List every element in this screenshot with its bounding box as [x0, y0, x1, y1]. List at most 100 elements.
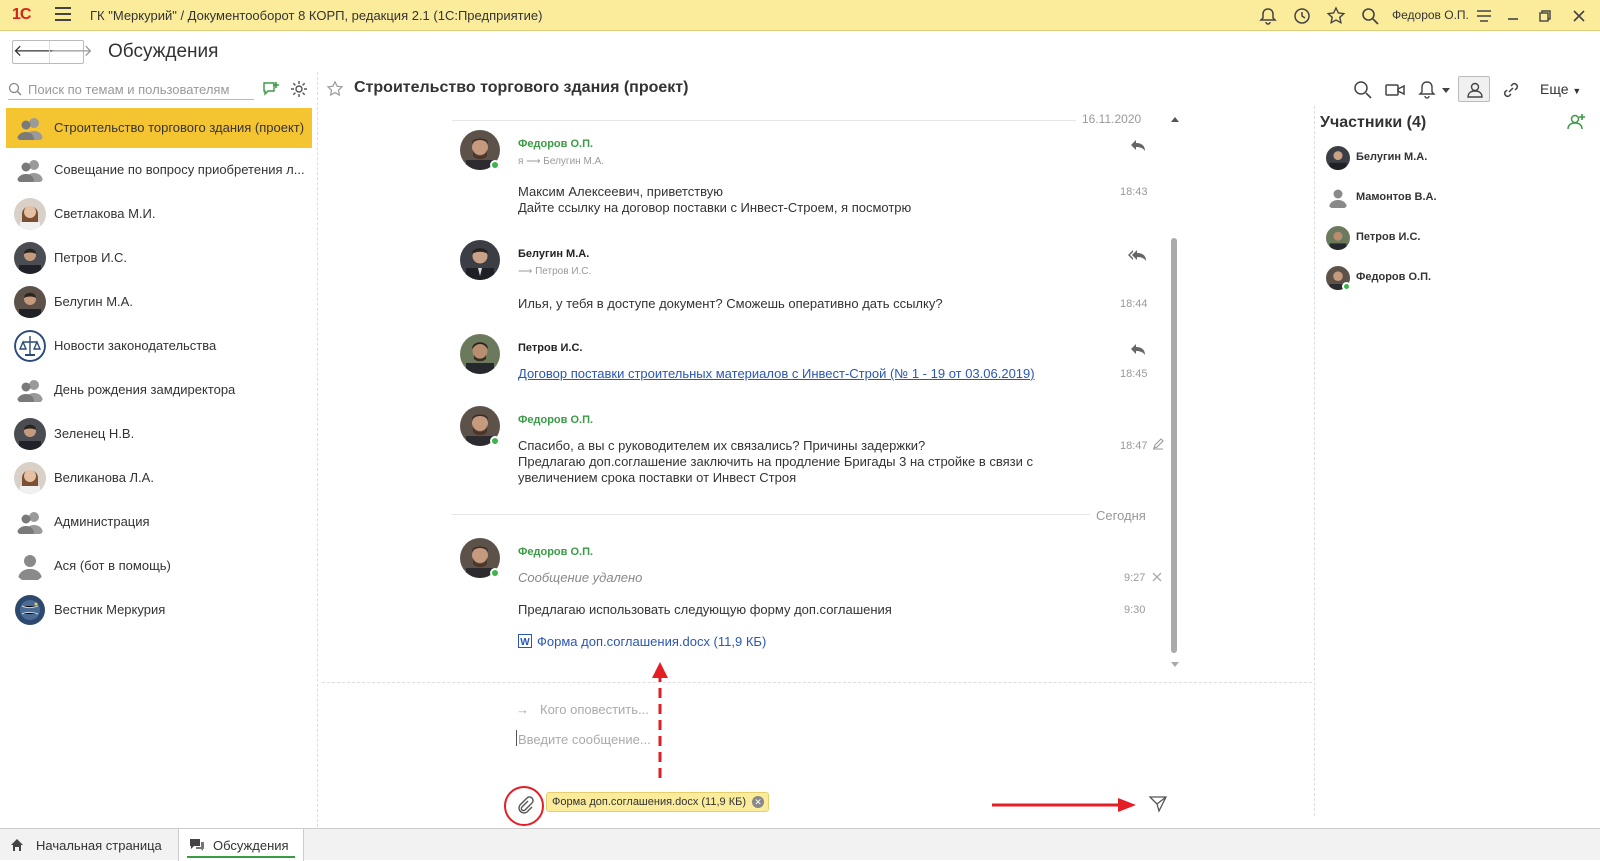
message-time: 18:43: [1120, 186, 1148, 198]
settings-menu-icon[interactable]: [1474, 6, 1494, 26]
message-author[interactable]: Петров И.С.: [518, 342, 583, 354]
chat-list-item[interactable]: Ася (бот в помощь): [6, 546, 312, 586]
chat-list-item-label: Новости законодательства: [54, 338, 217, 353]
reply-icon[interactable]: [1130, 342, 1146, 356]
app-logo: 1С: [12, 6, 31, 23]
history-icon[interactable]: [1292, 6, 1312, 26]
search-input[interactable]: Поиск по темам и пользователям: [8, 78, 254, 100]
star-icon[interactable]: [1326, 6, 1346, 26]
scroll-up-icon[interactable]: [1171, 116, 1179, 122]
notify-input[interactable]: Кого оповестить...: [540, 702, 649, 717]
message-time: 18:47: [1120, 440, 1148, 452]
emblem-icon: [14, 330, 46, 362]
gear-icon[interactable]: [290, 80, 308, 98]
chat-list-item-label: Совещание по вопросу приобретения л...: [54, 162, 305, 177]
chat-list-item-label: Великанова Л.А.: [54, 470, 154, 485]
document-link[interactable]: Договор поставки строительных материалов…: [518, 366, 1035, 381]
avatar[interactable]: [460, 240, 500, 280]
favorite-star-icon[interactable]: [326, 80, 344, 98]
online-indicator: [490, 568, 500, 578]
chat-list-item[interactable]: Петров И.С.: [6, 238, 312, 278]
online-indicator: [490, 160, 500, 170]
date-separator: Сегодня: [1096, 508, 1146, 523]
file-attachment-link[interactable]: Форма доп.соглашения.docx (11,9 КБ): [537, 634, 766, 649]
chat-list-item[interactable]: День рождения замдиректора: [6, 370, 312, 410]
chat-list-item-label: Зеленец Н.В.: [54, 426, 135, 441]
avatar: [14, 242, 46, 274]
person-icon: [14, 550, 46, 582]
chevron-down-icon[interactable]: [1442, 88, 1450, 94]
back-button[interactable]: 🡐: [13, 41, 56, 63]
more-button[interactable]: Еще ▼: [1540, 81, 1581, 97]
chat-list-item-label: Строительство торгового здания (проект): [54, 120, 305, 135]
avatar[interactable]: [460, 334, 500, 374]
message-input[interactable]: Введите сообщение...: [518, 732, 651, 747]
arrow-right-icon: →: [516, 702, 529, 717]
chat-list-item[interactable]: Великанова Л.А.: [6, 458, 312, 498]
main-menu-icon[interactable]: [55, 7, 71, 21]
message-time: 18:44: [1120, 298, 1148, 310]
date-separator: 16.11.2020: [1082, 112, 1142, 126]
chat-list-item[interactable]: Совещание по вопросу приобретения л...: [6, 150, 312, 190]
video-call-icon[interactable]: [1384, 79, 1406, 101]
avatar: [14, 198, 46, 230]
message-author[interactable]: Федоров О.П.: [518, 138, 593, 150]
chat-list-item[interactable]: Строительство торгового здания (проект): [6, 108, 312, 148]
scroll-down-icon[interactable]: [1171, 662, 1179, 668]
restore-icon[interactable]: [1538, 9, 1552, 23]
message-author[interactable]: Федоров О.П.: [518, 546, 593, 558]
message-text: Максим Алексеевич, приветствую Дайте ссы…: [518, 184, 912, 215]
chat-list-item-label: День рождения замдиректора: [54, 382, 236, 397]
send-icon[interactable]: [1148, 794, 1168, 814]
chat-icon: [190, 839, 204, 851]
participants-panel: [1314, 106, 1600, 816]
message-route: ⟶ Петров И.С.: [518, 266, 592, 277]
remove-attachment-icon[interactable]: ✕: [752, 796, 764, 808]
search-icon[interactable]: [1360, 6, 1380, 26]
tab-discussions[interactable]: Обсуждения: [178, 829, 304, 861]
forward-button[interactable]: 🡒: [49, 41, 93, 63]
close-icon[interactable]: [1152, 572, 1162, 582]
title-bar: 1С ГК "Меркурий" / Документооборот 8 КОР…: [0, 0, 1600, 31]
new-chat-icon[interactable]: [262, 80, 280, 98]
message-author[interactable]: Белугин М.А.: [518, 248, 589, 260]
close-icon[interactable]: [1572, 9, 1586, 23]
attachment-chip[interactable]: Форма доп.соглашения.docx (11,9 КБ) ✕: [546, 792, 769, 812]
current-user[interactable]: Федоров О.П.: [1392, 8, 1469, 22]
message-text: Илья, у тебя в доступе документ? Сможешь…: [518, 296, 943, 311]
chat-list-item[interactable]: Новости законодательства: [6, 326, 312, 366]
reply-all-icon[interactable]: [1128, 248, 1146, 262]
tab-home[interactable]: Начальная страница: [0, 829, 176, 861]
search-chat-icon[interactable]: [1352, 79, 1374, 101]
edit-icon[interactable]: [1152, 438, 1164, 450]
annotation-arrow-up: [652, 662, 668, 778]
chat-list-item-label: Белугин М.А.: [54, 294, 133, 309]
avatar: [1326, 146, 1350, 170]
minimize-icon[interactable]: [1506, 9, 1520, 23]
nav-buttons: 🡐 🡒: [12, 40, 93, 64]
notifications-icon[interactable]: [1416, 79, 1438, 101]
text-cursor: [516, 730, 517, 746]
group-icon: [14, 154, 46, 186]
bell-icon[interactable]: [1258, 6, 1278, 26]
chat-list-item[interactable]: Светлакова М.И.: [6, 194, 312, 234]
paperclip-icon[interactable]: [516, 796, 534, 814]
chat-list-item[interactable]: Зеленец Н.В.: [6, 414, 312, 454]
chat-list-item[interactable]: Администрация: [6, 502, 312, 542]
participants-title: Участники (4): [1320, 114, 1427, 131]
chat-list-item[interactable]: Вестник Меркурия: [6, 590, 312, 630]
home-icon: [11, 839, 23, 851]
more-chevron-icon: ▼: [1572, 86, 1582, 96]
annotation-arrow-right: [992, 798, 1136, 812]
chat-list-item[interactable]: Белугин М.А.: [6, 282, 312, 322]
window-title: ГК "Меркурий" / Документооборот 8 КОРП, …: [90, 8, 543, 23]
participants-toggle-button[interactable]: [1458, 76, 1490, 102]
avatar: [14, 418, 46, 450]
message-author[interactable]: Федоров О.П.: [518, 414, 593, 426]
link-icon[interactable]: [1500, 79, 1522, 101]
add-participant-icon[interactable]: [1566, 112, 1586, 132]
tab-label: Начальная страница: [36, 838, 162, 853]
scrollbar-thumb[interactable]: [1171, 238, 1177, 653]
reply-icon[interactable]: [1130, 138, 1146, 152]
group-icon: [14, 506, 46, 538]
